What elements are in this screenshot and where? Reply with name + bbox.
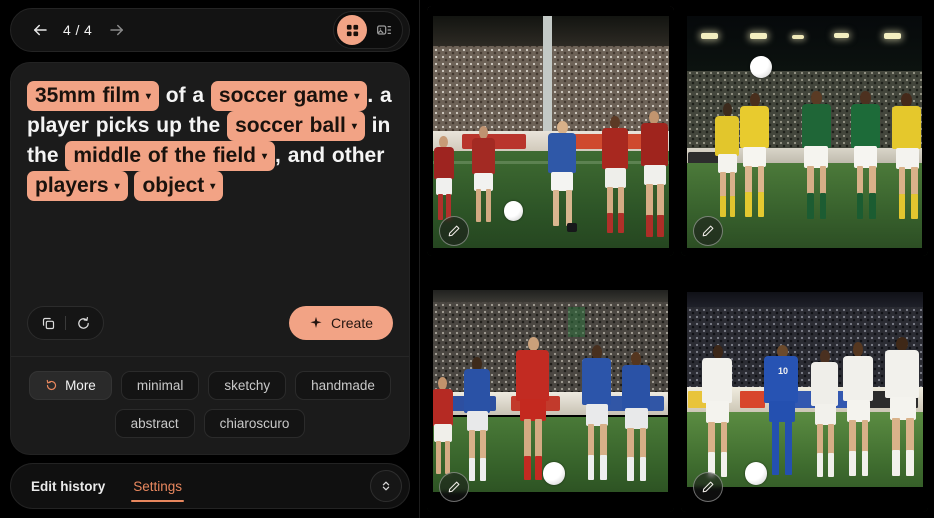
pencil-icon: [448, 225, 460, 236]
prompt-chip-object[interactable]: soccer ball ▾: [227, 111, 365, 141]
style-chip-label: chiaroscuro: [219, 416, 290, 431]
pencil-icon: [702, 225, 714, 236]
tab-settings[interactable]: Settings: [131, 464, 184, 508]
prompt-static-text-1: of a: [158, 84, 211, 107]
style-chip-more[interactable]: More: [29, 371, 112, 400]
chip-label: 35mm film: [35, 84, 140, 107]
style-chip-label: handmade: [311, 378, 375, 393]
edit-image-button[interactable]: [439, 472, 469, 502]
expand-panel-button[interactable]: [370, 470, 402, 502]
prompt-text: 35mm film ▾ of a soccer game ▾. a player p…: [27, 81, 393, 201]
pencil-icon: [702, 481, 714, 493]
chip-label: players: [35, 174, 109, 197]
prompt-panel: 4 / 4 35mm film ▾ of a soccer game ▾ . a…: [0, 0, 420, 518]
chevron-down-icon: ▾: [354, 90, 360, 102]
style-chip-handmade[interactable]: handmade: [295, 371, 391, 400]
chip-label: soccer ball: [235, 114, 346, 137]
arrow-left-icon: [34, 24, 47, 36]
grid-2x2-icon: [346, 24, 358, 36]
edit-image-button[interactable]: [439, 215, 469, 246]
prompt-action-row: Create: [11, 296, 409, 356]
tools-divider: [65, 316, 66, 330]
image-list-icon: [377, 25, 392, 35]
image-generation-app: 4 / 4 35mm film ▾ of a soccer game ▾ . a…: [0, 0, 934, 518]
chevron-down-icon: ▾: [262, 150, 268, 162]
arrow-right-icon: [110, 24, 124, 36]
sparkle-icon: [310, 316, 322, 328]
prompt-card: 35mm film ▾ of a soccer game ▾. a player p…: [10, 62, 410, 455]
chip-label: soccer game: [218, 84, 349, 107]
prompt-chip-style[interactable]: 35mm film ▾: [27, 81, 159, 111]
prompt-static-text-5: [128, 174, 135, 197]
chevron-down-icon: ▾: [114, 180, 120, 192]
pencil-icon: [448, 481, 460, 493]
tab-label: Settings: [133, 478, 183, 494]
create-button[interactable]: Create: [288, 306, 393, 340]
panel-divider: [419, 0, 420, 518]
grid-view-button[interactable]: [337, 15, 367, 45]
view-mode-toggle: [333, 11, 403, 49]
page-counter: 4 / 4: [63, 22, 93, 38]
chip-label: object: [142, 174, 205, 197]
refresh-icon: [46, 379, 57, 391]
prompt-chip-location[interactable]: middle of the field ▾: [65, 141, 276, 171]
generated-photo: 10: [681, 262, 928, 512]
create-label: Create: [330, 315, 373, 331]
chevron-up-down-icon: [382, 481, 390, 491]
style-chip-label: minimal: [136, 378, 184, 393]
style-chip-label: abstract: [130, 416, 179, 431]
top-navigation-bar: 4 / 4: [10, 8, 410, 52]
tab-edit-history[interactable]: Edit history: [31, 464, 105, 508]
style-chip-sketchy[interactable]: sketchy: [208, 371, 287, 400]
result-image-2[interactable]: [681, 6, 928, 256]
results-grid: 10: [420, 0, 934, 518]
style-chip-label: sketchy: [224, 378, 271, 393]
copy-button[interactable]: [34, 309, 62, 337]
generated-photo: [681, 6, 928, 256]
chevron-down-icon: ▾: [351, 120, 357, 132]
edit-image-button[interactable]: [693, 472, 723, 502]
prompt-static-text-4: , and other: [275, 144, 385, 167]
generated-photo: [427, 6, 674, 256]
tab-label: Edit history: [31, 478, 106, 494]
result-image-4[interactable]: 10: [681, 262, 928, 512]
forward-button[interactable]: [104, 17, 130, 43]
result-image-3[interactable]: [427, 262, 674, 512]
footer-tab-bar: Edit history Settings: [10, 463, 410, 509]
prompt-tools-group: [27, 306, 104, 340]
generated-photo: [427, 262, 674, 512]
chevron-down-icon: ▾: [145, 90, 151, 102]
style-suggestions: More minimal sketchy handmade abstract c…: [11, 357, 409, 454]
style-chip-chiaroscuro[interactable]: chiaroscuro: [203, 409, 306, 438]
prompt-editor[interactable]: 35mm film ▾ of a soccer game ▾. a player p…: [11, 63, 409, 296]
refresh-icon: [77, 316, 89, 329]
detail-view-button[interactable]: [369, 15, 399, 45]
prompt-chip-action[interactable]: object ▾: [134, 171, 224, 201]
chip-label: middle of the field: [73, 144, 257, 167]
prompt-chip-subject[interactable]: soccer game ▾: [210, 81, 368, 111]
style-chip-minimal[interactable]: minimal: [120, 371, 200, 400]
chevron-down-icon: ▾: [210, 180, 216, 192]
copy-icon: [42, 317, 54, 329]
result-image-1[interactable]: [427, 6, 674, 256]
reset-button[interactable]: [69, 309, 97, 337]
style-chip-abstract[interactable]: abstract: [114, 409, 195, 438]
back-button[interactable]: [27, 17, 53, 43]
edit-image-button[interactable]: [693, 215, 723, 246]
style-chip-more-label: More: [65, 378, 96, 393]
prompt-chip-players[interactable]: players ▾: [27, 171, 128, 201]
